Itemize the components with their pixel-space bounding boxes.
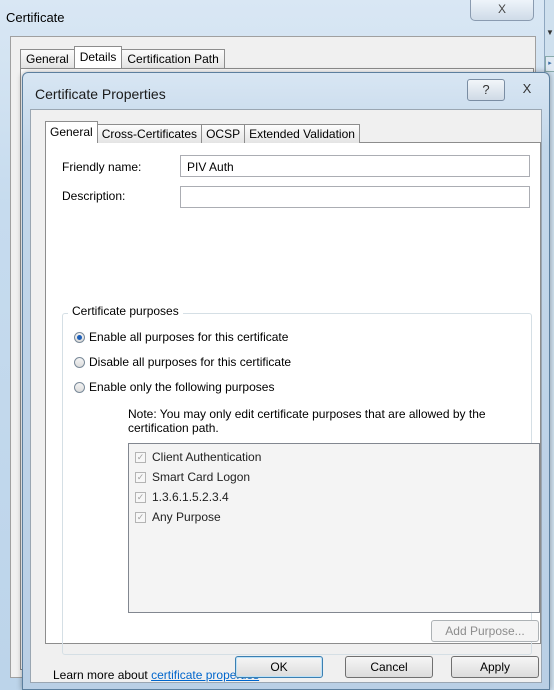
friendly-name-field[interactable]: PIV Auth bbox=[180, 155, 530, 177]
radio-button-icon bbox=[74, 331, 85, 343]
tab-general[interactable]: General bbox=[20, 49, 75, 68]
purpose-item-oid[interactable]: ✓ 1.3.6.1.5.2.3.4 bbox=[135, 490, 229, 504]
general-tab-panel: Friendly name: PIV Auth Description: Cer… bbox=[45, 142, 541, 655]
checkbox-checked-icon: ✓ bbox=[135, 491, 146, 503]
dialog-close-button[interactable]: X bbox=[511, 79, 543, 99]
dialog-title: Certificate Properties bbox=[35, 86, 166, 102]
dialog-tabs: General Cross-Certificates OCSP Extended… bbox=[45, 121, 360, 143]
purposes-list[interactable]: ✓ Client Authentication ✓ Smart Card Log… bbox=[128, 443, 540, 613]
certificate-purposes-label: Certificate purposes bbox=[68, 304, 183, 318]
help-icon: ? bbox=[482, 82, 490, 97]
tab-details[interactable]: Details bbox=[73, 46, 123, 68]
checkbox-checked-icon: ✓ bbox=[135, 471, 146, 483]
certificate-window-title: Certificate bbox=[6, 10, 65, 25]
purpose-item-smart-card-logon[interactable]: ✓ Smart Card Logon bbox=[135, 470, 250, 484]
radio-button-icon bbox=[74, 356, 85, 368]
help-button[interactable]: ? bbox=[467, 79, 505, 101]
apply-button[interactable]: Apply bbox=[451, 656, 539, 678]
certificate-properties-dialog: Certificate Properties ? X General Cross… bbox=[22, 72, 550, 690]
description-field[interactable] bbox=[180, 186, 530, 208]
scroll-arrow-icon: ▸ bbox=[545, 56, 554, 72]
radio-enable-only-following[interactable]: Enable only the following purposes bbox=[74, 380, 274, 394]
tab-ocsp[interactable]: OCSP bbox=[201, 124, 246, 143]
checkbox-checked-icon: ✓ bbox=[135, 451, 146, 463]
close-icon: X bbox=[497, 2, 506, 16]
tab-cross-certificates[interactable]: Cross-Certificates bbox=[96, 124, 203, 143]
radio-enable-all[interactable]: Enable all purposes for this certificate bbox=[74, 330, 288, 344]
purpose-label: Any Purpose bbox=[152, 510, 221, 524]
tab-certification-path[interactable]: Certification Path bbox=[121, 49, 225, 68]
radio-enable-all-label: Enable all purposes for this certificate bbox=[89, 330, 289, 344]
purpose-item-any-purpose[interactable]: ✓ Any Purpose bbox=[135, 510, 221, 524]
cancel-button[interactable]: Cancel bbox=[345, 656, 433, 678]
friendly-name-label: Friendly name: bbox=[62, 160, 142, 174]
learn-more-text: Learn more about certificate properties bbox=[53, 668, 259, 682]
checkbox-checked-icon: ✓ bbox=[135, 511, 146, 523]
certificate-window-close-button[interactable]: X bbox=[470, 0, 534, 21]
tab-general[interactable]: General bbox=[45, 121, 98, 143]
close-icon: X bbox=[522, 81, 532, 96]
radio-button-icon bbox=[74, 381, 85, 393]
radio-disable-all-label: Disable all purposes for this certificat… bbox=[89, 355, 292, 369]
dropdown-arrow-icon: ▼ bbox=[546, 28, 554, 37]
learn-more-prefix: Learn more about bbox=[53, 668, 152, 682]
radio-enable-only-label: Enable only the following purposes bbox=[89, 380, 275, 394]
purpose-item-client-authentication[interactable]: ✓ Client Authentication bbox=[135, 450, 261, 464]
purpose-label: Smart Card Logon bbox=[152, 470, 251, 484]
purposes-note: Note: You may only edit certificate purp… bbox=[128, 407, 486, 435]
certificate-window-tabs: General Details Certification Path bbox=[20, 46, 225, 68]
radio-disable-all[interactable]: Disable all purposes for this certificat… bbox=[74, 355, 291, 369]
purpose-label: 1.3.6.1.5.2.3.4 bbox=[152, 490, 229, 504]
add-purpose-button[interactable]: Add Purpose... bbox=[431, 620, 539, 642]
description-label: Description: bbox=[62, 189, 126, 203]
purpose-label: Client Authentication bbox=[152, 450, 262, 464]
tab-extended-validation[interactable]: Extended Validation bbox=[244, 124, 360, 143]
ok-button[interactable]: OK bbox=[235, 656, 323, 678]
